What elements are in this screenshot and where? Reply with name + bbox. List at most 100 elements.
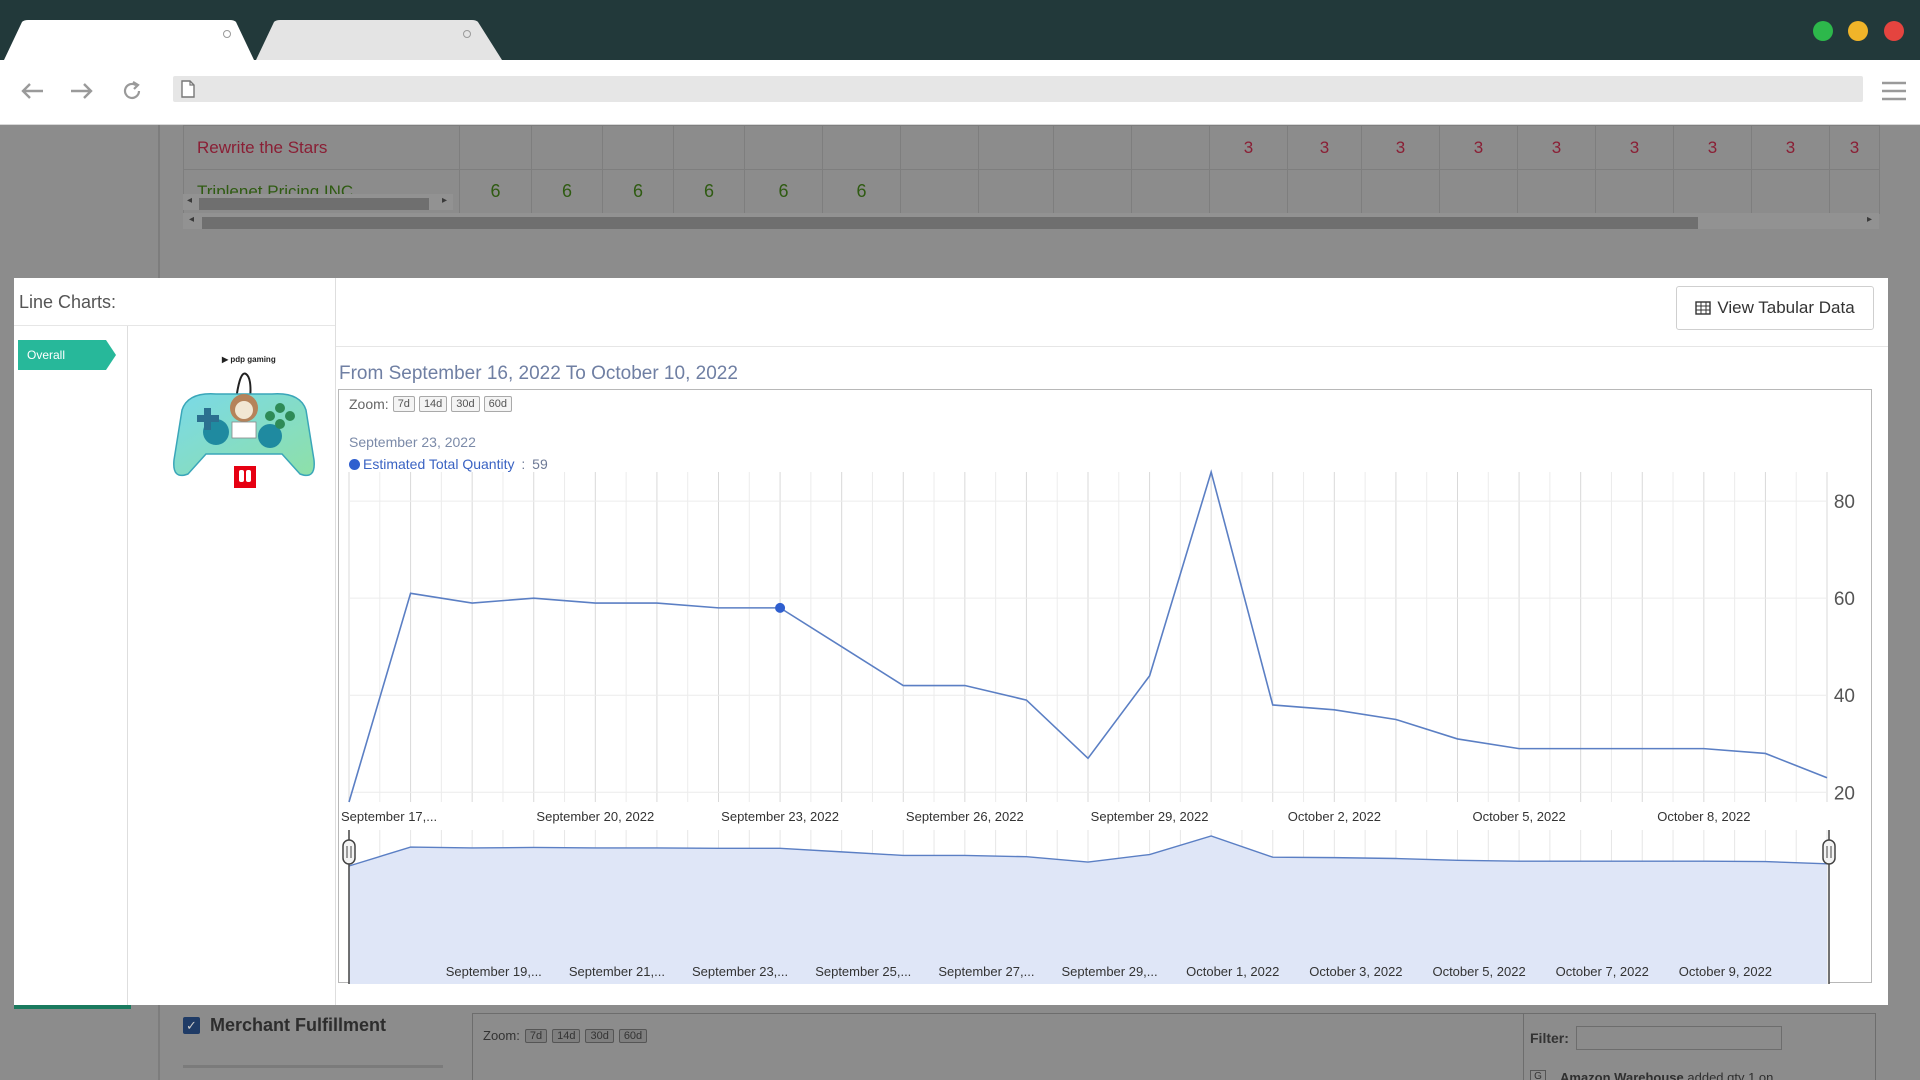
navigator-tick-label: September 27,... <box>938 964 1034 979</box>
zoom-7d-button[interactable]: 7d <box>392 396 415 412</box>
scroll-right-icon[interactable]: ▸ <box>442 195 447 206</box>
navigator-tick-label: October 1, 2022 <box>1186 964 1279 979</box>
divider <box>127 326 128 1005</box>
zoom-60d-button[interactable]: 60d <box>618 1028 648 1043</box>
scroll-left-icon[interactable]: ◂ <box>189 214 194 225</box>
browser-tab-inactive[interactable] <box>252 20 504 60</box>
browser-tab-active[interactable] <box>0 20 255 60</box>
tab-close-icon[interactable] <box>463 30 471 38</box>
divider <box>336 346 1888 347</box>
product-image: ▶ pdp gaming <box>164 350 324 515</box>
table-cell: 3 <box>1595 125 1674 170</box>
g-icon: G <box>1530 1070 1546 1080</box>
back-button[interactable] <box>15 74 49 108</box>
tooltip-series-name: Estimated Total Quantity <box>363 456 515 472</box>
navigator-tick-label: September 29,... <box>1062 964 1158 979</box>
x-tick-label: September 26, 2022 <box>906 809 1024 824</box>
divider <box>14 325 335 326</box>
x-tick-label: October 2, 2022 <box>1288 809 1381 824</box>
view-tabular-data-button[interactable]: View Tabular Data <box>1676 286 1874 330</box>
modal-title: Line Charts: <box>19 292 117 312</box>
zoom-label: Zoom: <box>483 1028 520 1043</box>
reload-button[interactable] <box>115 74 149 108</box>
table-cell <box>1209 169 1288 214</box>
table-cell <box>1361 169 1440 214</box>
table-cell <box>900 125 979 170</box>
table-cell <box>602 125 674 170</box>
active-strip <box>14 1005 131 1009</box>
name-column-scrollbar[interactable]: ◂ ▸ <box>183 194 453 210</box>
series-dot-icon <box>349 458 360 470</box>
navigator-handle-right[interactable] <box>1822 839 1836 865</box>
background-zoom-bar: Zoom: 7d 14d 30d 60d <box>483 1028 648 1043</box>
zoom-bar: Zoom: 7d 14d 30d 60d <box>349 396 513 412</box>
table-cell: 6 <box>822 169 901 214</box>
activity-note: Amazon Warehouse added qty 1 on <box>1560 1070 1773 1080</box>
tab-overall-label: Overall <box>27 348 66 362</box>
navigator-tick-label: September 23,... <box>692 964 788 979</box>
address-input[interactable] <box>207 79 1847 99</box>
address-bar[interactable] <box>173 76 1863 102</box>
scroll-right-icon[interactable]: ▸ <box>1867 214 1872 225</box>
reload-icon <box>123 81 141 100</box>
table-cell: 3 <box>1517 125 1596 170</box>
scroll-left-icon[interactable]: ◂ <box>187 195 192 206</box>
table-cell: 3 <box>1673 125 1752 170</box>
browser-menu-button[interactable] <box>1878 78 1910 104</box>
filter-input[interactable] <box>1576 1026 1782 1050</box>
navigator-tick-label: October 5, 2022 <box>1432 964 1525 979</box>
filter-section: Filter: G Amazon Warehouse added qty 1 o… <box>1523 1014 1782 1080</box>
browser-titlebar <box>0 0 1920 60</box>
zoom-14d-button[interactable]: 14d <box>418 396 448 412</box>
table-cell: 3 <box>1287 125 1362 170</box>
zoom-30d-button[interactable]: 30d <box>451 396 480 412</box>
divider <box>335 278 336 1005</box>
table-cell <box>1053 169 1132 214</box>
chart-date-range: From September 16, 2022 To October 10, 2… <box>339 363 738 384</box>
navigator-tick-label: October 7, 2022 <box>1556 964 1649 979</box>
highlight-point[interactable] <box>775 602 786 613</box>
zoom-60d-button[interactable]: 60d <box>483 396 513 412</box>
tab-close-icon[interactable] <box>223 30 231 38</box>
window-maximize-dot[interactable] <box>1813 21 1833 41</box>
x-tick-label: September 29, 2022 <box>1091 809 1209 824</box>
zoom-14d-button[interactable]: 14d <box>552 1028 581 1043</box>
table-cell: 6 <box>673 169 745 214</box>
navigator-tick-label: September 21,... <box>569 964 665 979</box>
table-cell <box>1751 169 1830 214</box>
browser-toolbar <box>0 60 1920 125</box>
zoom-7d-button[interactable]: 7d <box>524 1028 548 1043</box>
table-cell: 3 <box>1209 125 1288 170</box>
window-close-dot[interactable] <box>1884 21 1904 41</box>
arrow-left-icon <box>21 83 43 99</box>
table-cell <box>1595 169 1674 214</box>
table-cell <box>822 125 901 170</box>
tooltip-date: September 23, 2022 <box>349 434 476 450</box>
arrow-right-icon <box>71 83 93 99</box>
x-tick-label: October 8, 2022 <box>1657 809 1750 824</box>
scrollbar-thumb[interactable] <box>199 198 429 210</box>
note-source: Amazon Warehouse <box>1560 1070 1684 1080</box>
table-scrollbar[interactable]: ◂ ▸ <box>183 213 1879 229</box>
line-chart[interactable]: 20 40 60 80 September 17,... September 20, 20… <box>339 390 1873 984</box>
table-cell <box>978 169 1054 214</box>
table-cell: 3 <box>1439 125 1518 170</box>
background-chart-panel: Zoom: 7d 14d 30d 60d Filter: G Amazon Wa… <box>472 1013 1876 1080</box>
forward-button[interactable] <box>65 74 99 108</box>
brand-logo: ▶ pdp gaming <box>221 355 276 364</box>
navigator-tick-label: September 19,... <box>446 964 542 979</box>
merchant-fulfillment-checkbox[interactable]: ✓ Merchant Fulfillment <box>183 1015 386 1036</box>
note-text: added qty 1 on <box>1683 1070 1774 1080</box>
row-name[interactable]: Rewrite the Stars <box>183 125 460 170</box>
window-minimize-dot[interactable] <box>1848 21 1868 41</box>
navigator-handle-left[interactable] <box>342 839 356 865</box>
y-tick-label: 80 <box>1834 492 1855 513</box>
nintendo-switch-badge <box>234 466 256 488</box>
scrollbar-thumb[interactable] <box>202 217 1698 229</box>
zoom-label: Zoom: <box>349 396 389 412</box>
zoom-30d-button[interactable]: 30d <box>585 1028 614 1043</box>
x-tick-label: October 5, 2022 <box>1472 809 1565 824</box>
tab-overall[interactable]: Overall <box>18 340 116 370</box>
table-cell <box>459 125 532 170</box>
x-tick-label: September 23, 2022 <box>721 809 839 824</box>
